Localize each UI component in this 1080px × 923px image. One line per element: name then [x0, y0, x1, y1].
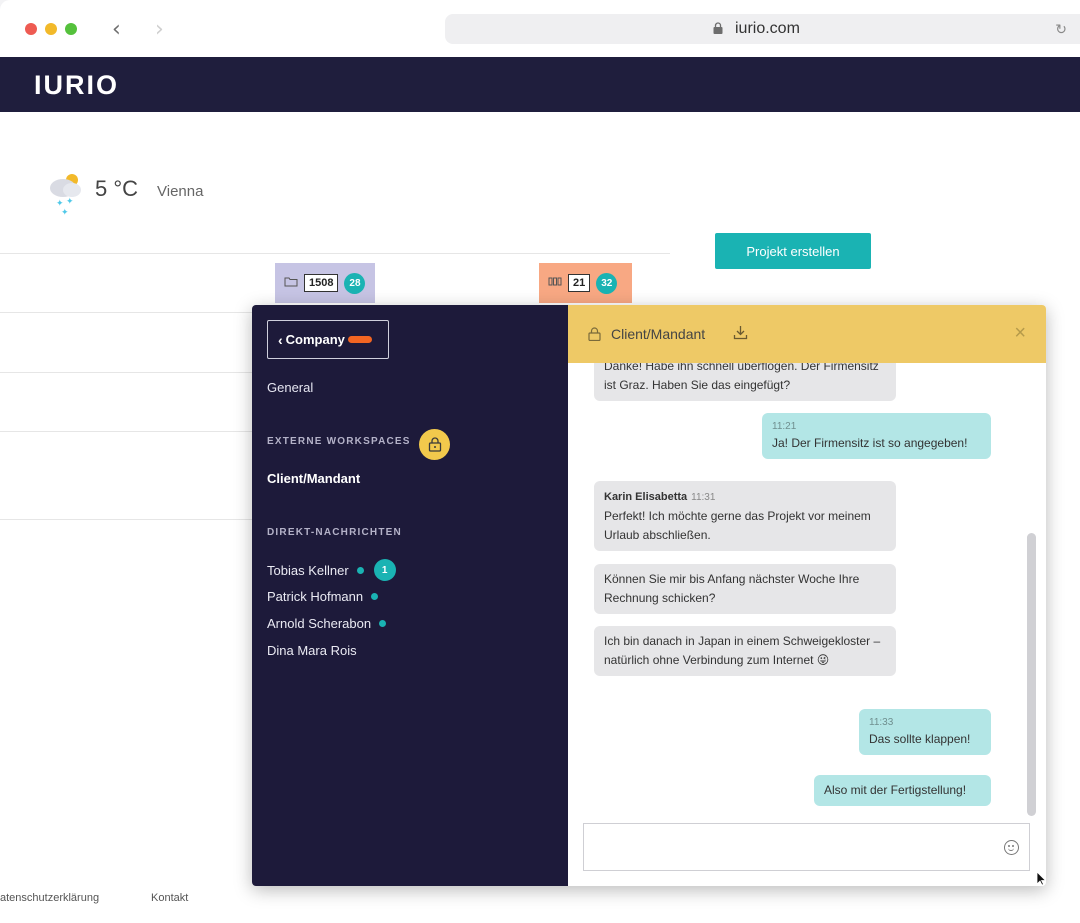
divider: [0, 372, 260, 373]
dm-patrick-hofmann[interactable]: Patrick Hofmann: [267, 589, 379, 604]
browser-chrome: ‹ › iurio.com ↻: [0, 0, 1080, 57]
dm-dina-mara-rois[interactable]: Dina Mara Rois: [267, 643, 357, 658]
channel-general[interactable]: General: [267, 380, 313, 395]
dm-arnold-scherabon[interactable]: Arnold Scherabon: [267, 616, 387, 631]
tasks-count: 21: [568, 274, 591, 292]
svg-text:✦: ✦: [66, 197, 74, 207]
external-workspaces-heading: EXTERNE WORKSPACES: [267, 436, 411, 447]
chevron-left-icon: ‹: [278, 331, 283, 348]
temperature: 5 °C: [95, 176, 139, 201]
chat-panel: Danke! Habe ihn schnell überflogen. Der …: [568, 305, 1046, 886]
contact-name: Dina Mara Rois: [267, 643, 357, 658]
maximize-window-button[interactable]: [65, 23, 77, 35]
message-outgoing: 11:33 Das sollte klappen!: [859, 709, 991, 755]
emoji-icon[interactable]: [1004, 840, 1019, 855]
message-text: Das sollte klappen!: [869, 732, 971, 746]
chat-scrollbar[interactable]: [1027, 533, 1036, 816]
message-time: 11:33: [869, 717, 894, 728]
message-text: Perfekt! Ich möchte gerne das Projekt vo…: [604, 509, 871, 542]
message-text: Also mit der Fertigstellung!: [824, 783, 967, 797]
privacy-link[interactable]: atenschutzerklärung: [0, 892, 99, 904]
direct-messages-heading: DIREKT-NACHRICHTEN: [267, 527, 402, 538]
tasks-badge: 32: [596, 272, 618, 294]
close-icon[interactable]: ×: [1014, 322, 1026, 345]
message-composer[interactable]: [583, 823, 1030, 871]
back-icon[interactable]: ‹: [112, 17, 121, 42]
message-text: Ja! Der Firmensitz ist so angegeben!: [772, 436, 968, 450]
create-project-button[interactable]: Projekt erstellen: [715, 233, 871, 269]
minimize-window-button[interactable]: [45, 23, 57, 35]
online-indicator: [379, 620, 387, 627]
divider: [0, 431, 260, 432]
url-text: iurio.com: [735, 20, 800, 37]
lock-icon: [713, 22, 723, 34]
divider: [0, 519, 260, 520]
lock-icon: [588, 327, 601, 341]
message-input[interactable]: [584, 824, 1029, 870]
download-icon[interactable]: [733, 325, 748, 340]
weather-snow-icon: ✦ ✦ ✦: [50, 174, 81, 216]
city-name: Vienna: [157, 183, 204, 200]
message-text: Können Sie mir bis Anfang nächster Woche…: [604, 572, 860, 605]
close-window-button[interactable]: [25, 23, 37, 35]
documents-counter[interactable]: 1508 28: [275, 263, 375, 303]
workspace-client-mandant[interactable]: Client/Mandant: [267, 471, 360, 486]
chat-sidebar: ‹ Company General EXTERNE WORKSPACES Cli…: [252, 305, 568, 886]
company-label: Company: [285, 332, 345, 347]
app-logo[interactable]: IURIO: [34, 70, 119, 101]
message-outgoing: 11:21 Ja! Der Firmensitz ist so angegebe…: [762, 413, 991, 459]
stack-icon: [548, 276, 562, 290]
chat-window: ‹ Company General EXTERNE WORKSPACES Cli…: [252, 305, 1046, 886]
chat-header: Client/Mandant ×: [568, 305, 1046, 363]
message-time: 11:31: [691, 492, 716, 503]
message-outgoing: Also mit der Fertigstellung!: [814, 775, 991, 806]
documents-count: 1508: [304, 274, 339, 292]
forward-icon[interactable]: ›: [155, 17, 164, 42]
message-text: Danke! Habe ihn schnell überflogen. Der …: [604, 359, 879, 392]
message-incoming: Können Sie mir bis Anfang nächster Woche…: [594, 564, 896, 614]
unread-badge: 1: [373, 559, 396, 581]
message-sender: Karin Elisabetta: [604, 491, 688, 503]
folder-icon: [284, 276, 298, 290]
contact-link[interactable]: Kontakt: [151, 892, 188, 904]
company-back-button[interactable]: ‹ Company: [267, 320, 389, 359]
online-indicator: [371, 593, 379, 600]
contact-name: Patrick Hofmann: [267, 589, 364, 604]
chat-title: Client/Mandant: [611, 326, 706, 342]
message-time: 11:21: [772, 421, 797, 432]
documents-badge: 28: [344, 272, 366, 294]
message-incoming: Ich bin danach in Japan in einem Schweig…: [594, 626, 896, 676]
divider: [0, 253, 670, 254]
tasks-counter[interactable]: 21 32: [539, 263, 632, 303]
message-text: Ich bin danach in Japan in einem Schweig…: [604, 634, 881, 667]
contact-name: Tobias Kellner: [267, 562, 349, 578]
company-status-pill: [347, 336, 372, 343]
app-header: IURIO: [0, 57, 1080, 112]
online-indicator: [356, 566, 364, 574]
dm-tobias-kellner[interactable]: Tobias Kellner 1: [267, 559, 396, 581]
svg-text:✦: ✦: [61, 208, 69, 216]
contact-name: Arnold Scherabon: [267, 616, 372, 631]
message-incoming: Karin Elisabetta 11:31 Perfekt! Ich möcht…: [594, 481, 896, 551]
reload-icon[interactable]: ↻: [1055, 21, 1067, 38]
lock-icon: [419, 429, 450, 460]
divider: [0, 312, 260, 313]
address-bar[interactable]: iurio.com ↻: [445, 14, 1080, 44]
mouse-cursor-icon: [1036, 871, 1046, 886]
